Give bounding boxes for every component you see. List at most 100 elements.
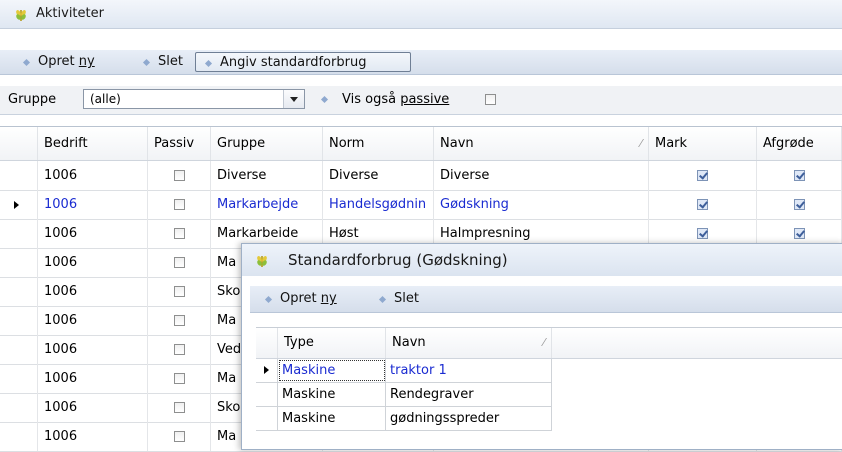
- mark-checkbox[interactable]: [697, 228, 708, 239]
- standard-label: Angiv standardforbrug: [220, 55, 367, 70]
- row-indicator[interactable]: [0, 161, 38, 190]
- column-header-afgrode[interactable]: Afgrøde: [757, 127, 842, 160]
- table-row[interactable]: 1006 Diverse Diverse Diverse: [0, 161, 842, 191]
- cell-passiv[interactable]: [148, 277, 211, 306]
- row-indicator[interactable]: [0, 422, 38, 451]
- row-indicator-header: [0, 127, 38, 160]
- column-header-passiv[interactable]: Passiv: [148, 127, 211, 160]
- dialog-delete-button[interactable]: Slet: [370, 289, 425, 309]
- cell-navn[interactable]: Rendegraver: [386, 383, 552, 406]
- cell-mark[interactable]: [649, 161, 757, 190]
- cell-navn[interactable]: gødningsspreder: [386, 407, 552, 430]
- cell-bedrift[interactable]: 1006: [38, 248, 148, 277]
- cell-bedrift[interactable]: 1006: [38, 422, 148, 451]
- dialog-table-row[interactable]: Maskine traktor 1: [256, 359, 552, 383]
- column-header-navn[interactable]: Navn ⁄: [434, 127, 649, 160]
- cell-passiv[interactable]: [148, 422, 211, 451]
- dialog-grid: Type Navn ⁄ Maskine traktor 1 Maskine Rendeg…: [256, 327, 842, 450]
- column-header-mark[interactable]: Mark: [649, 127, 757, 160]
- cell-bedrift[interactable]: 1006: [38, 190, 148, 219]
- cell-norm[interactable]: Handelsgødnin: [323, 190, 434, 219]
- row-indicator[interactable]: [256, 407, 278, 430]
- table-row[interactable]: 1006 Markarbejde Handelsgødnin Gødskning: [0, 190, 842, 220]
- dialog-table-row[interactable]: Maskine gødningsspreder: [256, 407, 552, 431]
- cell-type[interactable]: Maskine: [278, 383, 386, 406]
- cell-bedrift[interactable]: 1006: [38, 364, 148, 393]
- row-indicator[interactable]: [0, 248, 38, 277]
- delete-button[interactable]: Slet: [134, 52, 189, 72]
- dialog-title: Standardforbrug (Gødskning): [288, 251, 508, 269]
- mark-checkbox[interactable]: [697, 199, 708, 210]
- cell-passiv[interactable]: [148, 248, 211, 277]
- cell-navn[interactable]: Gødskning: [434, 190, 649, 219]
- set-standard-consumption-button[interactable]: Angiv standardforbrug: [195, 52, 411, 72]
- row-indicator[interactable]: [0, 393, 38, 422]
- dialog-column-header-navn[interactable]: Navn ⁄: [386, 328, 552, 358]
- show-passive-checkbox[interactable]: [485, 94, 496, 105]
- row-indicator[interactable]: [0, 190, 38, 219]
- cell-bedrift[interactable]: 1006: [38, 219, 148, 248]
- mark-checkbox[interactable]: [697, 170, 708, 181]
- cell-passiv[interactable]: [148, 219, 211, 248]
- row-indicator[interactable]: [0, 335, 38, 364]
- passiv-checkbox[interactable]: [173, 170, 185, 181]
- group-select[interactable]: (alle): [83, 89, 305, 109]
- passiv-checkbox[interactable]: [173, 257, 185, 268]
- cell-bedrift[interactable]: 1006: [38, 277, 148, 306]
- passiv-checkbox[interactable]: [173, 199, 185, 210]
- dialog-grid-header: Type Navn ⁄: [256, 328, 842, 359]
- cell-bedrift[interactable]: 1006: [38, 306, 148, 335]
- row-indicator[interactable]: [0, 306, 38, 335]
- cell-gruppe[interactable]: Markarbejde: [211, 190, 323, 219]
- row-indicator[interactable]: [256, 359, 278, 382]
- bullet-icon: [320, 95, 329, 104]
- column-header-gruppe[interactable]: Gruppe: [211, 127, 323, 160]
- cell-mark[interactable]: [649, 190, 757, 219]
- current-row-icon: [264, 366, 269, 374]
- cell-passiv[interactable]: [148, 393, 211, 422]
- row-indicator[interactable]: [256, 383, 278, 406]
- afgrode-checkbox[interactable]: [793, 228, 805, 239]
- passiv-checkbox[interactable]: [173, 344, 185, 355]
- standard-consumption-dialog: Standardforbrug (Gødskning) Opret ny Sle…: [241, 243, 842, 450]
- dialog-column-header-type[interactable]: Type: [278, 328, 386, 358]
- create-label: Opret: [38, 54, 79, 69]
- window-title: Aktiviteter: [36, 6, 104, 21]
- afgrode-checkbox[interactable]: [793, 199, 805, 210]
- cell-passiv[interactable]: [148, 190, 211, 219]
- cell-navn[interactable]: Diverse: [434, 161, 649, 190]
- passiv-checkbox[interactable]: [173, 373, 185, 384]
- chevron-down-icon[interactable]: [283, 90, 304, 108]
- cell-bedrift[interactable]: 1006: [38, 335, 148, 364]
- cell-passiv[interactable]: [148, 161, 211, 190]
- cell-type[interactable]: Maskine: [278, 407, 386, 430]
- cell-passiv[interactable]: [148, 364, 211, 393]
- cell-navn[interactable]: traktor 1: [386, 359, 552, 382]
- passiv-checkbox[interactable]: [173, 402, 185, 413]
- cell-norm[interactable]: Diverse: [323, 161, 434, 190]
- afgrode-checkbox[interactable]: [793, 170, 805, 181]
- cell-passiv[interactable]: [148, 306, 211, 335]
- passiv-checkbox[interactable]: [173, 286, 185, 297]
- passiv-checkbox[interactable]: [173, 431, 185, 442]
- cell-afgrode[interactable]: [757, 161, 842, 190]
- window-titlebar: Aktiviteter: [0, 0, 842, 29]
- column-header-norm[interactable]: Norm: [323, 127, 434, 160]
- cell-type[interactable]: Maskine: [278, 359, 386, 382]
- bullet-icon: [204, 59, 213, 68]
- cell-afgrode[interactable]: [757, 190, 842, 219]
- row-indicator[interactable]: [0, 219, 38, 248]
- dialog-create-new-button[interactable]: Opret ny: [256, 289, 343, 309]
- cell-gruppe[interactable]: Diverse: [211, 161, 323, 190]
- passiv-checkbox[interactable]: [173, 228, 185, 239]
- cell-passiv[interactable]: [148, 335, 211, 364]
- create-new-button[interactable]: Opret ny: [14, 52, 101, 72]
- column-header-bedrift[interactable]: Bedrift: [38, 127, 148, 160]
- row-indicator[interactable]: [0, 364, 38, 393]
- passiv-checkbox[interactable]: [173, 315, 185, 326]
- row-indicator[interactable]: [0, 277, 38, 306]
- cell-bedrift[interactable]: 1006: [38, 161, 148, 190]
- dialog-table-row[interactable]: Maskine Rendegraver: [256, 383, 552, 407]
- cell-bedrift[interactable]: 1006: [38, 393, 148, 422]
- delete-label: Slet: [158, 54, 183, 69]
